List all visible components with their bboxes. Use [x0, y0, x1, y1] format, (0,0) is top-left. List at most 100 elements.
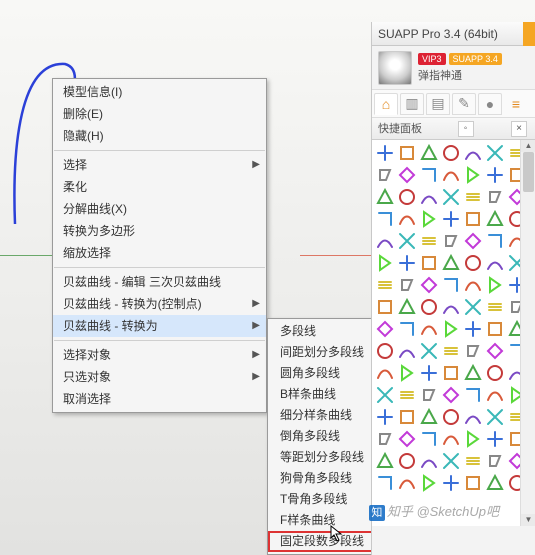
menu-item[interactable]: 选择对象▶	[53, 344, 266, 366]
tool-icon[interactable]	[396, 252, 417, 273]
menu-item[interactable]: 只选对象▶	[53, 366, 266, 388]
tool-icon[interactable]	[462, 384, 483, 405]
menu-item[interactable]: 贝兹曲线 - 转换为(控制点)▶	[53, 293, 266, 315]
tab-home-icon[interactable]: ⌂	[374, 93, 398, 115]
tool-icon[interactable]	[374, 450, 395, 471]
scroll-up-icon[interactable]: ▲	[521, 140, 535, 152]
tool-icon[interactable]	[484, 142, 505, 163]
tool-icon[interactable]	[418, 362, 439, 383]
tool-icon[interactable]	[396, 186, 417, 207]
tool-icon[interactable]	[418, 384, 439, 405]
tool-icon[interactable]	[418, 296, 439, 317]
tool-icon[interactable]	[484, 406, 505, 427]
section-close-icon[interactable]: ×	[511, 121, 527, 137]
tool-icon[interactable]	[396, 450, 417, 471]
tool-icon[interactable]	[440, 472, 461, 493]
tool-icon[interactable]	[374, 274, 395, 295]
tool-icon[interactable]	[462, 340, 483, 361]
tool-icon[interactable]	[396, 230, 417, 251]
tool-icon[interactable]	[418, 318, 439, 339]
tool-icon[interactable]	[462, 428, 483, 449]
tab-calendar-icon[interactable]: ▥	[400, 93, 424, 115]
tool-icon[interactable]	[462, 274, 483, 295]
tool-icon[interactable]	[440, 252, 461, 273]
tool-icon[interactable]	[396, 208, 417, 229]
tool-icon[interactable]	[440, 428, 461, 449]
tool-icon[interactable]	[462, 406, 483, 427]
tool-icon[interactable]	[462, 252, 483, 273]
tool-icon[interactable]	[396, 472, 417, 493]
tool-icon[interactable]	[396, 142, 417, 163]
tool-icon[interactable]	[396, 164, 417, 185]
tool-icon[interactable]	[396, 296, 417, 317]
tool-icon[interactable]	[374, 252, 395, 273]
menu-item[interactable]: 选择▶	[53, 154, 266, 176]
tool-icon[interactable]	[418, 230, 439, 251]
tool-icon[interactable]	[484, 362, 505, 383]
menu-item[interactable]: 取消选择	[53, 388, 266, 410]
context-menu[interactable]: 模型信息(I)删除(E)隐藏(H)选择▶柔化分解曲线(X)转换为多边形缩放选择贝…	[52, 78, 267, 413]
tool-icon[interactable]	[396, 428, 417, 449]
tool-icon[interactable]	[440, 384, 461, 405]
tool-icon[interactable]	[374, 164, 395, 185]
tool-icon[interactable]	[484, 318, 505, 339]
tool-icon[interactable]	[440, 230, 461, 251]
tool-icon[interactable]	[484, 252, 505, 273]
tool-icon[interactable]	[440, 450, 461, 471]
section-toggle-icon[interactable]: ◦	[458, 121, 474, 137]
tool-icon[interactable]	[440, 164, 461, 185]
tool-icon[interactable]	[462, 362, 483, 383]
tool-icon[interactable]	[484, 472, 505, 493]
tool-icon[interactable]	[418, 252, 439, 273]
tool-icon[interactable]	[462, 318, 483, 339]
tool-icon[interactable]	[484, 296, 505, 317]
scroll-down-icon[interactable]: ▼	[521, 514, 535, 526]
menu-item[interactable]: 贝兹曲线 - 转换为▶	[53, 315, 266, 337]
tool-icon[interactable]	[440, 318, 461, 339]
tool-icon[interactable]	[462, 230, 483, 251]
tool-icon[interactable]	[484, 186, 505, 207]
tool-icon[interactable]	[462, 208, 483, 229]
tool-icon[interactable]	[440, 142, 461, 163]
menu-item[interactable]: 转换为多边形	[53, 220, 266, 242]
tool-icon[interactable]	[418, 406, 439, 427]
menu-item[interactable]: 隐藏(H)	[53, 125, 266, 147]
tool-icon[interactable]	[418, 208, 439, 229]
tool-icon[interactable]	[374, 208, 395, 229]
tool-icon[interactable]	[462, 472, 483, 493]
tool-icon[interactable]	[396, 384, 417, 405]
tool-icon[interactable]	[396, 340, 417, 361]
tool-icon[interactable]	[396, 318, 417, 339]
tool-icon[interactable]	[484, 340, 505, 361]
menu-item[interactable]: 分解曲线(X)	[53, 198, 266, 220]
tool-icon[interactable]	[396, 274, 417, 295]
tool-icon[interactable]	[418, 142, 439, 163]
tool-icon[interactable]	[374, 186, 395, 207]
tool-icon[interactable]	[484, 428, 505, 449]
tool-icon[interactable]	[484, 384, 505, 405]
tool-icon[interactable]	[374, 406, 395, 427]
tool-icon[interactable]	[396, 362, 417, 383]
tool-icon[interactable]	[396, 406, 417, 427]
tab-help-icon[interactable]: ●	[478, 93, 502, 115]
menu-item[interactable]: 模型信息(I)	[53, 81, 266, 103]
tool-icon[interactable]	[462, 164, 483, 185]
menu-item[interactable]: 删除(E)	[53, 103, 266, 125]
tool-icon[interactable]	[418, 428, 439, 449]
tool-icon[interactable]	[418, 274, 439, 295]
tool-icon[interactable]	[484, 274, 505, 295]
tool-icon[interactable]	[440, 340, 461, 361]
tool-icon[interactable]	[484, 450, 505, 471]
menu-item[interactable]: 缩放选择	[53, 242, 266, 264]
tool-icon[interactable]	[440, 186, 461, 207]
tool-icon[interactable]	[440, 274, 461, 295]
tool-icon[interactable]	[462, 450, 483, 471]
tool-icon[interactable]	[484, 208, 505, 229]
tool-icon[interactable]	[418, 164, 439, 185]
tool-icon[interactable]	[484, 164, 505, 185]
panel-tabs[interactable]: ⌂ ▥ ▤ ✎ ● ≡	[372, 90, 535, 118]
tab-menu-icon[interactable]: ≡	[504, 93, 528, 115]
tool-icon[interactable]	[440, 362, 461, 383]
tool-icon[interactable]	[418, 186, 439, 207]
tool-icon[interactable]	[418, 472, 439, 493]
